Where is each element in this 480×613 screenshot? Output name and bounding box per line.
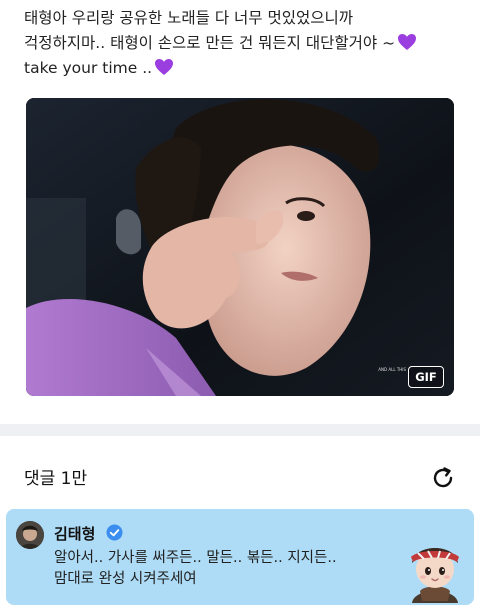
gif-image (26, 98, 454, 396)
comment-text-line-2: 맘대로 완성 시켜주세여 (54, 571, 197, 587)
post-text-line-2-text: 걱정하지마.. 태형이 손으로 만든 건 뭐든지 대단할거야 ~ (24, 34, 396, 52)
post-text-line-2: 걱정하지마.. 태형이 손으로 만든 건 뭐든지 대단할거야 ~ (24, 31, 464, 56)
comment-text-line-1: 알아서.. 가사를 써주든.. 말든.. 볶든.. 지지든.. (54, 550, 337, 566)
character-sticker-icon (411, 548, 459, 603)
avatar-image (16, 521, 44, 549)
gif-caption: AND ALL THIS (378, 367, 406, 372)
post-text: 태형아 우리랑 공유한 노래들 다 너무 멋있었으니까 걱정하지마.. 태형이 … (24, 6, 464, 81)
post-text-line-3-text: take your time .. (24, 59, 153, 77)
gif-badge: GIF (408, 366, 444, 388)
section-divider (0, 424, 480, 436)
post-text-line-1: 태형아 우리랑 공유한 노래들 다 너무 멋있었으니까 (24, 9, 354, 27)
gif-media[interactable]: AND ALL THIS GIF (26, 98, 454, 396)
comment-author[interactable]: 김태형 (54, 523, 95, 544)
verified-badge-icon (106, 524, 123, 541)
avatar[interactable] (16, 521, 44, 549)
post-text-line-3: take your time .. (24, 56, 464, 81)
purple-heart-icon (398, 34, 417, 50)
comments-count[interactable]: 댓글 1만 (24, 464, 87, 489)
pinned-comment[interactable]: 김태형 알아서.. 가사를 써주든.. 말든.. 볶든.. 지지든.. 맘대로 … (6, 509, 474, 605)
purple-heart-icon (155, 59, 174, 75)
comment-text: 알아서.. 가사를 써주든.. 말든.. 볶든.. 지지든.. 맘대로 완성 시… (54, 548, 337, 590)
refresh-icon[interactable] (430, 465, 456, 491)
